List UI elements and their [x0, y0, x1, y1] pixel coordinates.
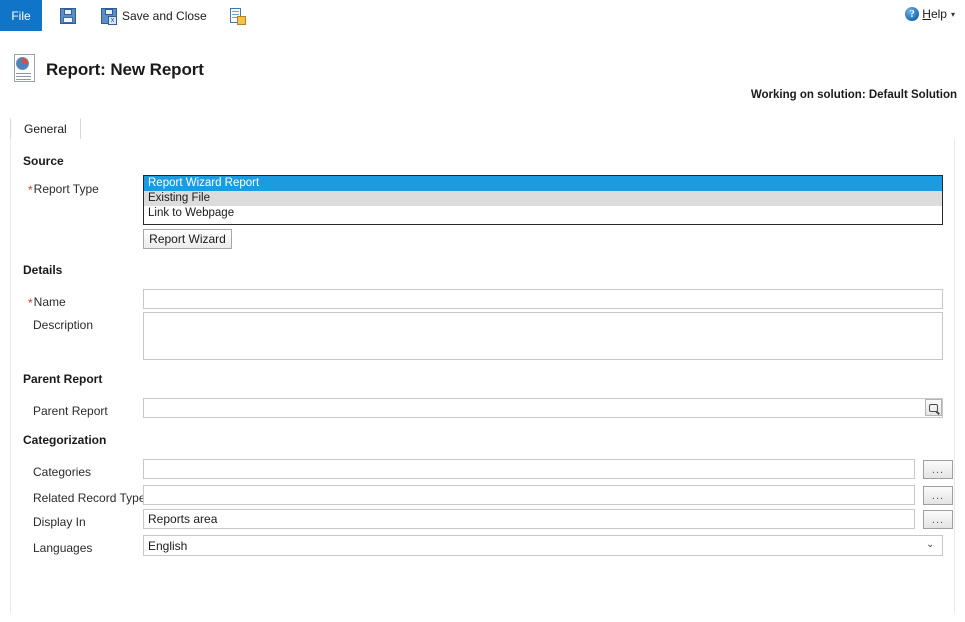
report-wizard-button[interactable]: Report Wizard	[143, 229, 232, 249]
command-bar: File x Save and Close ? Help ▾	[0, 0, 965, 33]
languages-select[interactable]: English	[143, 535, 943, 556]
categories-input[interactable]	[143, 459, 915, 479]
tab-general[interactable]: General	[10, 118, 81, 139]
display-in-input[interactable]	[143, 509, 915, 529]
related-record-types-input[interactable]	[143, 485, 915, 505]
form-body: Source *Report Type Report Wizard Report…	[10, 139, 955, 613]
report-type-label: *Report Type	[28, 182, 99, 196]
save-icon	[60, 7, 76, 24]
save-and-close-label: Save and Close	[122, 8, 207, 23]
report-type-option-existing-file[interactable]: Existing File	[144, 191, 942, 206]
report-type-option-report-wizard-report[interactable]: Report Wizard Report	[144, 176, 942, 191]
save-close-icon-badge: x	[108, 15, 117, 25]
help-label-rest: elp	[930, 7, 947, 21]
parent-report-input[interactable]	[143, 398, 943, 418]
section-header-parent-report: Parent Report	[23, 372, 103, 386]
report-icon	[12, 54, 38, 84]
page-title: Report: New Report	[46, 60, 204, 79]
name-required-marker: *	[28, 296, 33, 310]
report-type-required-marker: *	[28, 183, 33, 197]
file-tab[interactable]: File	[0, 0, 42, 31]
display-in-browse-button-label: ...	[931, 513, 945, 526]
save-and-close-button[interactable]: x Save and Close	[97, 3, 211, 29]
section-header-source: Source	[23, 154, 64, 168]
parent-report-label: Parent Report	[33, 404, 108, 418]
categories-label: Categories	[33, 465, 92, 479]
tab-general-label: General	[24, 122, 67, 136]
chevron-down-icon: ▾	[950, 9, 955, 19]
help-icon-glyph: ?	[909, 8, 915, 20]
related-record-types-browse-button[interactable]: ...	[923, 486, 953, 505]
name-label: *Name	[28, 295, 66, 309]
report-wizard-button-label: Report Wizard	[149, 232, 226, 246]
record-header: Report: New Report Working on solution: …	[0, 32, 965, 104]
display-in-browse-button[interactable]: ...	[923, 510, 953, 529]
help-icon: ?	[905, 7, 920, 21]
name-label-text: Name	[33, 295, 66, 309]
save-and-close-icon: x	[101, 7, 117, 25]
file-tab-label: File	[11, 8, 31, 23]
description-textarea[interactable]	[143, 312, 943, 360]
new-record-button[interactable]	[225, 3, 254, 29]
name-input[interactable]	[143, 289, 943, 309]
solution-context-label: Working on solution: Default Solution	[750, 89, 957, 101]
related-record-types-label: Related Record Types	[33, 491, 152, 505]
command-group: x Save and Close	[56, 0, 254, 31]
report-type-option-link-to-webpage[interactable]: Link to Webpage	[144, 206, 942, 221]
related-record-types-browse-button-label: ...	[931, 489, 945, 502]
new-record-icon	[229, 7, 246, 25]
help-label-accesskey: H	[922, 7, 931, 21]
categories-browse-button-label: ...	[931, 463, 945, 476]
section-header-details: Details	[23, 263, 63, 277]
help-label: Help	[922, 7, 947, 21]
save-button[interactable]	[56, 3, 85, 29]
description-label: Description	[33, 318, 94, 332]
display-in-label: Display In	[33, 515, 86, 529]
form-tab-strip: General	[10, 118, 955, 140]
languages-label: Languages	[33, 541, 93, 555]
report-type-label-text: Report Type	[33, 182, 99, 196]
report-type-listbox[interactable]: Report Wizard Report Existing File Link …	[143, 175, 943, 225]
categories-browse-button[interactable]: ...	[923, 460, 953, 479]
help-menu[interactable]: ? Help ▾	[905, 7, 955, 21]
section-header-categorization: Categorization	[23, 433, 107, 447]
parent-report-lookup-icon[interactable]	[925, 399, 942, 416]
